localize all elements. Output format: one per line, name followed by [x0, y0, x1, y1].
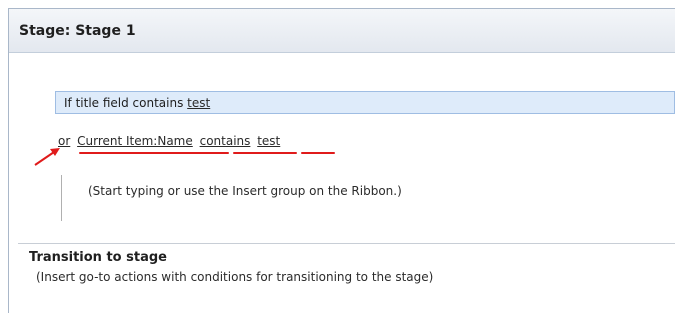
stage-panel: Stage: Stage 1 If title field contains t…	[8, 8, 675, 313]
condition-block[interactable]: If title field contains test	[55, 91, 675, 114]
red-underline-field	[79, 152, 229, 154]
or-condition-line: or Current Item:Name contains test	[58, 134, 283, 148]
red-underline-operator	[233, 152, 297, 154]
red-arrow-icon	[34, 148, 60, 166]
condition-text: If title field contains test	[64, 96, 210, 110]
transition-title: Transition to stage	[29, 250, 167, 265]
operator-link[interactable]: contains	[200, 134, 251, 148]
condition-value-link[interactable]: test	[187, 96, 210, 110]
stage-header: Stage: Stage 1	[9, 9, 675, 53]
value-link[interactable]: test	[257, 134, 280, 148]
stage-title: Stage: Stage 1	[19, 23, 136, 39]
condition-prefix: If title field contains	[64, 96, 188, 110]
red-underline-value	[301, 152, 335, 154]
insert-indicator-bar	[61, 175, 62, 221]
transition-hint[interactable]: (Insert go-to actions with conditions fo…	[36, 270, 433, 284]
field-link[interactable]: Current Item:Name	[77, 134, 193, 148]
section-divider	[18, 243, 675, 244]
insert-hint[interactable]: (Start typing or use the Insert group on…	[88, 184, 402, 198]
